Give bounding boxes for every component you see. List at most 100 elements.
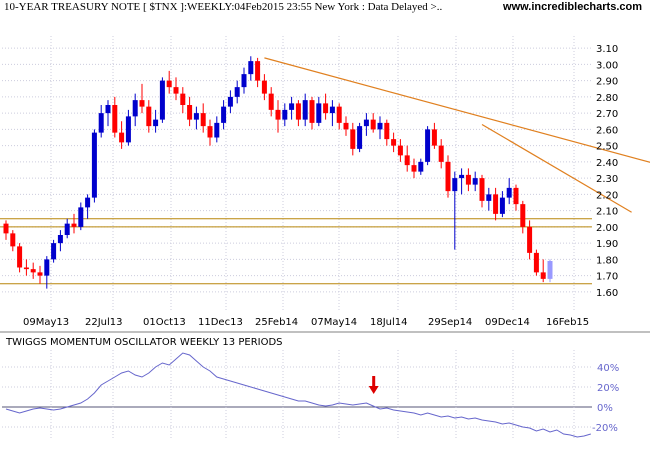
candle-body bbox=[10, 233, 16, 247]
candle-body bbox=[139, 100, 145, 107]
candle-body bbox=[445, 161, 451, 192]
price-x-tick-label: 01Oct13 bbox=[143, 317, 186, 328]
oscillator-grid bbox=[2, 350, 592, 440]
candle-body bbox=[214, 122, 220, 138]
signal-arrow bbox=[368, 376, 379, 394]
price-y-tick-label: 2.90 bbox=[596, 77, 618, 88]
candle-body bbox=[200, 113, 206, 127]
candle-body bbox=[289, 103, 295, 110]
candle-body bbox=[248, 61, 254, 75]
candle-body bbox=[207, 126, 213, 138]
candle-body bbox=[391, 139, 397, 146]
candle-body bbox=[404, 155, 410, 166]
candle-body bbox=[452, 178, 458, 192]
candle-body bbox=[302, 100, 308, 120]
candle-body bbox=[506, 187, 512, 198]
candle-body bbox=[166, 80, 172, 88]
price-panel bbox=[0, 14, 650, 332]
candle-body bbox=[459, 174, 465, 179]
candle-body bbox=[547, 261, 553, 279]
candle-body bbox=[78, 207, 84, 227]
candle-body bbox=[71, 223, 77, 227]
candle-body bbox=[520, 204, 526, 227]
candle-body bbox=[119, 132, 125, 143]
price-x-tick-label: 29Sep14 bbox=[428, 317, 472, 328]
oscillator-y-tick-label: 40% bbox=[597, 363, 619, 374]
candle-body bbox=[159, 80, 165, 120]
candle-body bbox=[234, 87, 240, 97]
signal-arrow-shaft bbox=[372, 376, 376, 386]
price-y-tick-label: 1.70 bbox=[596, 272, 618, 283]
candle-body bbox=[323, 103, 329, 114]
candle-body bbox=[105, 105, 111, 114]
candle-body bbox=[425, 129, 431, 162]
candle-body bbox=[255, 61, 261, 81]
candle-body bbox=[357, 126, 363, 149]
candle-body bbox=[17, 246, 23, 268]
price-y-tick-label: 2.20 bbox=[596, 190, 618, 201]
candle-body bbox=[132, 100, 138, 117]
candle-body bbox=[275, 109, 281, 120]
candle-body bbox=[112, 105, 118, 133]
oscillator-y-tick-label: 0% bbox=[597, 403, 613, 414]
candle-body bbox=[316, 103, 322, 123]
candle-body bbox=[193, 113, 199, 120]
price-y-tick-label: 2.30 bbox=[596, 174, 618, 185]
oscillator-title: TWIGGS MOMENTUM OSCILLATOR WEEKLY 13 PER… bbox=[5, 337, 283, 348]
candle-body bbox=[377, 122, 383, 130]
candle-body bbox=[472, 178, 478, 185]
price-x-tick-label: 07May14 bbox=[311, 317, 357, 328]
price-y-tick-label: 2.70 bbox=[596, 109, 618, 120]
candle-body bbox=[295, 103, 301, 120]
price-y-tick-label: 3.00 bbox=[596, 60, 618, 71]
candle-body bbox=[268, 93, 274, 110]
candle-body bbox=[153, 119, 159, 127]
price-x-tick-label: 22Jul13 bbox=[85, 317, 123, 328]
candle-body bbox=[57, 235, 63, 244]
candle-body bbox=[370, 119, 376, 130]
candle-body bbox=[397, 145, 403, 156]
oscillator-y-tick-label: 20% bbox=[597, 383, 619, 394]
candle-body bbox=[384, 122, 390, 140]
candle-body bbox=[438, 145, 444, 162]
candle-body bbox=[513, 187, 519, 205]
candle-body bbox=[479, 178, 485, 201]
candle-body bbox=[418, 161, 424, 172]
candle-body bbox=[23, 267, 29, 270]
candle-body bbox=[336, 106, 342, 123]
price-x-tick-label: 11Dec13 bbox=[198, 317, 243, 328]
candle-body bbox=[527, 226, 533, 253]
candle-body bbox=[64, 223, 70, 235]
price-x-tick-label: 09Dec14 bbox=[485, 317, 530, 328]
price-y-tick-label: 2.60 bbox=[596, 125, 618, 136]
candle-body bbox=[486, 194, 492, 201]
candle-body bbox=[221, 106, 227, 123]
candle-body bbox=[187, 105, 193, 120]
price-y-tick-label: 3.10 bbox=[596, 44, 618, 55]
candle-body bbox=[282, 109, 288, 120]
candle-body bbox=[227, 96, 233, 107]
price-y-tick-label: 2.50 bbox=[596, 142, 618, 153]
price-x-tick-label: 25Feb14 bbox=[255, 317, 298, 328]
candle-body bbox=[329, 106, 335, 114]
candle-body bbox=[309, 100, 315, 123]
candle-body bbox=[533, 252, 539, 273]
candle-body bbox=[350, 129, 356, 149]
candle-body bbox=[180, 93, 186, 105]
candle-body bbox=[343, 122, 349, 130]
candle-body bbox=[431, 129, 437, 146]
candle-body bbox=[499, 197, 505, 214]
candle-body bbox=[411, 165, 417, 172]
chart-canvas: 3.10 3.00 2.90 2.80 2.70 2.60 2.50 2.40 2.30 2.20… bbox=[0, 14, 650, 440]
candle-body bbox=[3, 223, 9, 234]
price-y-tick-label: 2.00 bbox=[596, 223, 618, 234]
price-y-tick-label: 2.10 bbox=[596, 207, 618, 218]
price-y-tick-label: 2.40 bbox=[596, 158, 618, 169]
oscillator-line bbox=[5, 352, 591, 438]
candle-body bbox=[146, 106, 152, 127]
price-y-tick-label: 2.80 bbox=[596, 93, 618, 104]
price-y-tick-label: 1.80 bbox=[596, 255, 618, 266]
price-y-tick-label: 1.60 bbox=[596, 288, 618, 299]
candle-body bbox=[125, 116, 131, 143]
candle-body bbox=[85, 197, 91, 208]
